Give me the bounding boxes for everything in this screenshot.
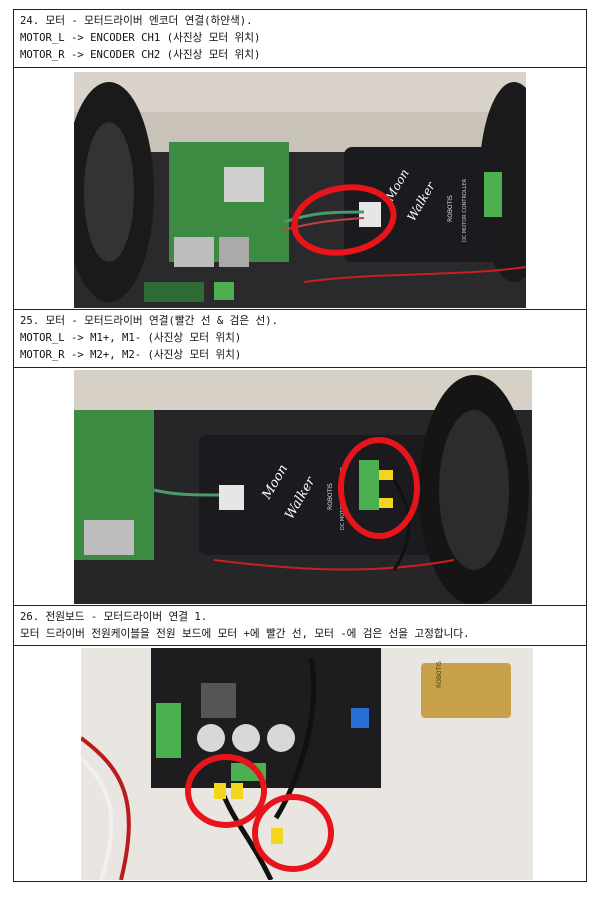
step-24-photo-label-controller: DC MOTOR CONTROLLER	[462, 178, 468, 242]
step-24-photo-cell: Moon Walker ROBOTIS DC MOTOR CONTROLLER	[14, 68, 586, 310]
step-26-text: 26. 전원보드 - 모터드라이버 연결 1. 모터 드라이버 전원케이블을 전…	[14, 606, 586, 646]
step-25-photo-label-robotis: ROBOTIS	[327, 483, 334, 510]
step-25-heading: 25. 모터 - 모터드라이버 연결(빨간 선 & 검은 선).	[20, 315, 278, 327]
step-26-photo-cell: ROBOTIS	[14, 646, 586, 882]
step-25-text: 25. 모터 - 모터드라이버 연결(빨간 선 & 검은 선). MOTOR_L…	[14, 310, 586, 368]
step-26-heading: 26. 전원보드 - 모터드라이버 연결 1.	[20, 611, 208, 623]
step-25-photo-cell: Moon Walker ROBOTIS DC MOTOR CONTROLLER	[14, 368, 586, 606]
instruction-table: 24. 모터 - 모터드라이버 엔코더 연결(하얀색). MOTOR_L -> …	[13, 9, 587, 882]
step-24-line-2: MOTOR_R -> ENCODER CH2 (사진상 모터 위치)	[20, 49, 261, 61]
step-25-line-1: MOTOR_L -> M1+, M1- (사진상 모터 위치)	[20, 332, 242, 344]
step-24-text: 24. 모터 - 모터드라이버 엔코더 연결(하얀색). MOTOR_L -> …	[14, 10, 586, 68]
step-24-photo: Moon Walker ROBOTIS DC MOTOR CONTROLLER	[74, 72, 526, 308]
step-26-photo-label-robotis: ROBOTIS	[436, 661, 443, 688]
step-25-line-2: MOTOR_R -> M2+, M2- (사진상 모터 위치)	[20, 349, 242, 361]
step-25-photo: Moon Walker ROBOTIS DC MOTOR CONTROLLER	[74, 370, 532, 604]
step-24-photo-label-robotis: ROBOTIS	[447, 195, 454, 222]
step-26-line-1: 모터 드라이버 전원케이블을 전원 보드에 모터 +에 빨간 선, 모터 -에 …	[20, 628, 470, 640]
step-24-heading: 24. 모터 - 모터드라이버 엔코더 연결(하얀색).	[20, 15, 253, 27]
step-24-line-1: MOTOR_L -> ENCODER CH1 (사진상 모터 위치)	[20, 32, 261, 44]
step-26-photo: ROBOTIS	[81, 648, 533, 880]
